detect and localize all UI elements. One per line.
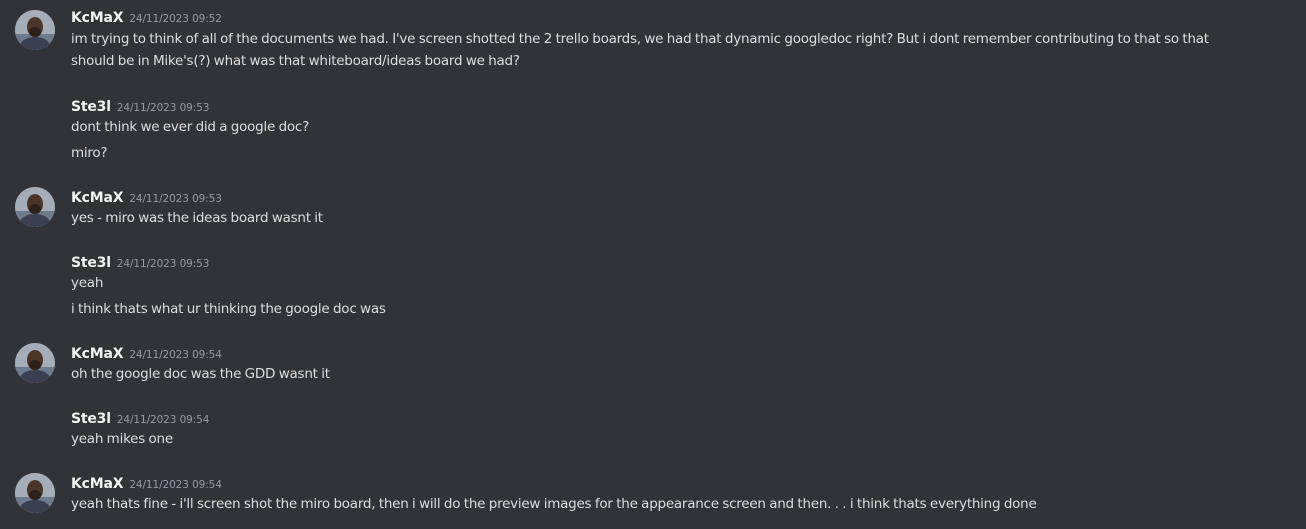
avatar[interactable] [15,10,55,50]
message-text: yeah [71,275,104,291]
avatar[interactable] [15,343,55,383]
message-header: Ste3l 24/11/2023 09:53 [71,96,209,116]
timestamp: 24/11/2023 09:53 [129,193,222,205]
message-text: yeah thats fine - i'll screen shot the m… [71,496,1037,512]
avatar[interactable] [15,473,55,513]
message-text: yes - miro was the ideas board wasnt it [71,210,323,226]
avatar[interactable] [15,187,55,227]
message-header: Ste3l 24/11/2023 09:54 [71,408,209,428]
message-text: yeah mikes one [71,431,173,447]
message-text: i think thats what ur thinking the googl… [71,301,386,317]
author-name[interactable]: Ste3l [71,255,111,271]
chat-message-list: KcMaX 24/11/2023 09:52 im trying to think… [0,0,1306,529]
message-text: im trying to think of all of the documen… [71,31,1209,47]
message-header: KcMaX 24/11/2023 09:54 [71,343,222,363]
author-name[interactable]: KcMaX [71,476,124,492]
author-name[interactable]: Ste3l [71,99,111,115]
author-name[interactable]: KcMaX [71,346,124,362]
author-name[interactable]: Ste3l [71,411,111,427]
timestamp: 24/11/2023 09:54 [129,479,222,491]
timestamp: 24/11/2023 09:53 [116,258,210,270]
author-name[interactable]: KcMaX [71,190,124,206]
message-text: should be in Mike's(?) what was that whi… [71,53,520,69]
message-header: Ste3l 24/11/2023 09:53 [71,252,209,272]
message-header: KcMaX 24/11/2023 09:54 [71,473,222,493]
timestamp: 24/11/2023 09:54 [116,414,210,426]
timestamp: 24/11/2023 09:53 [116,102,210,114]
author-name[interactable]: KcMaX [71,10,124,26]
timestamp: 24/11/2023 09:52 [129,13,222,25]
timestamp: 24/11/2023 09:54 [129,349,222,361]
message-text: miro? [71,145,108,161]
message-text: oh the google doc was the GDD wasnt it [71,366,330,382]
message-header: KcMaX 24/11/2023 09:53 [71,187,222,207]
message-text: dont think we ever did a google doc? [71,119,309,135]
message-header: KcMaX 24/11/2023 09:52 [71,7,222,27]
